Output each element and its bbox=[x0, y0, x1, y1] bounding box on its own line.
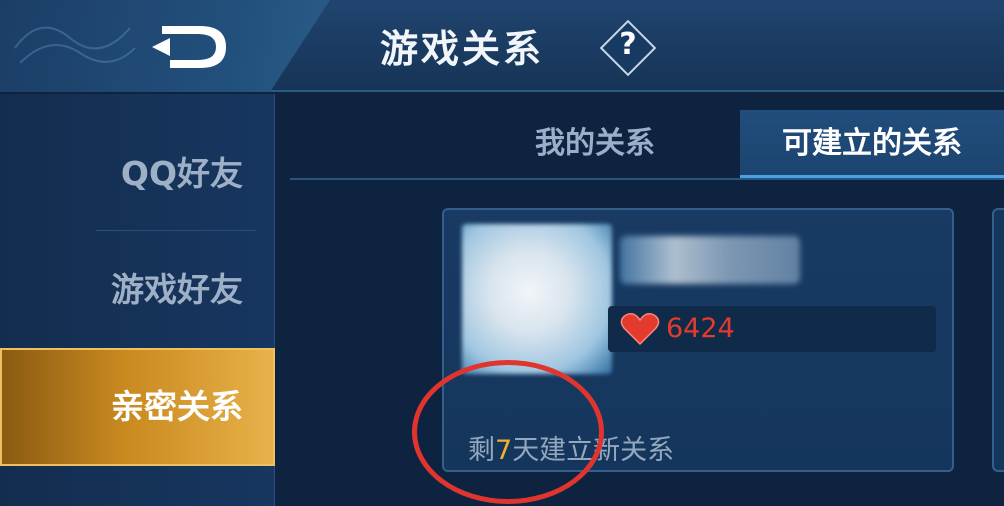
back-area bbox=[0, 0, 330, 92]
sidebar-item-qq-friends[interactable]: QQ好友 bbox=[0, 116, 275, 232]
help-button[interactable]: ? bbox=[599, 19, 657, 77]
heart-icon bbox=[620, 313, 660, 346]
intimacy-stat: 6424 bbox=[608, 306, 936, 352]
page-title: 游戏关系 bbox=[380, 27, 545, 71]
avatar[interactable] bbox=[462, 224, 612, 374]
sidebar: QQ好友 游戏好友 亲密关系 bbox=[0, 94, 275, 506]
back-arrow-icon[interactable] bbox=[148, 20, 232, 74]
sidebar-item-game-friends[interactable]: 游戏好友 bbox=[0, 232, 275, 348]
intimacy-value: 6424 bbox=[666, 313, 735, 344]
top-bar: 游戏关系 ? bbox=[0, 0, 1004, 92]
sidebar-item-intimate-relations[interactable]: 亲密关系 bbox=[0, 348, 275, 466]
next-relation-card-edge[interactable] bbox=[992, 208, 1004, 472]
decorative-swirl-icon bbox=[14, 26, 136, 64]
tab-underline bbox=[290, 178, 1004, 180]
sidebar-divider bbox=[96, 230, 256, 231]
tab-available-relations[interactable]: 可建立的关系 bbox=[740, 110, 1004, 178]
help-icon: ? bbox=[619, 27, 637, 62]
tab-my-relations[interactable]: 我的关系 bbox=[450, 110, 740, 178]
red-annotation-circle bbox=[412, 360, 604, 504]
player-name-blurred bbox=[620, 236, 800, 284]
